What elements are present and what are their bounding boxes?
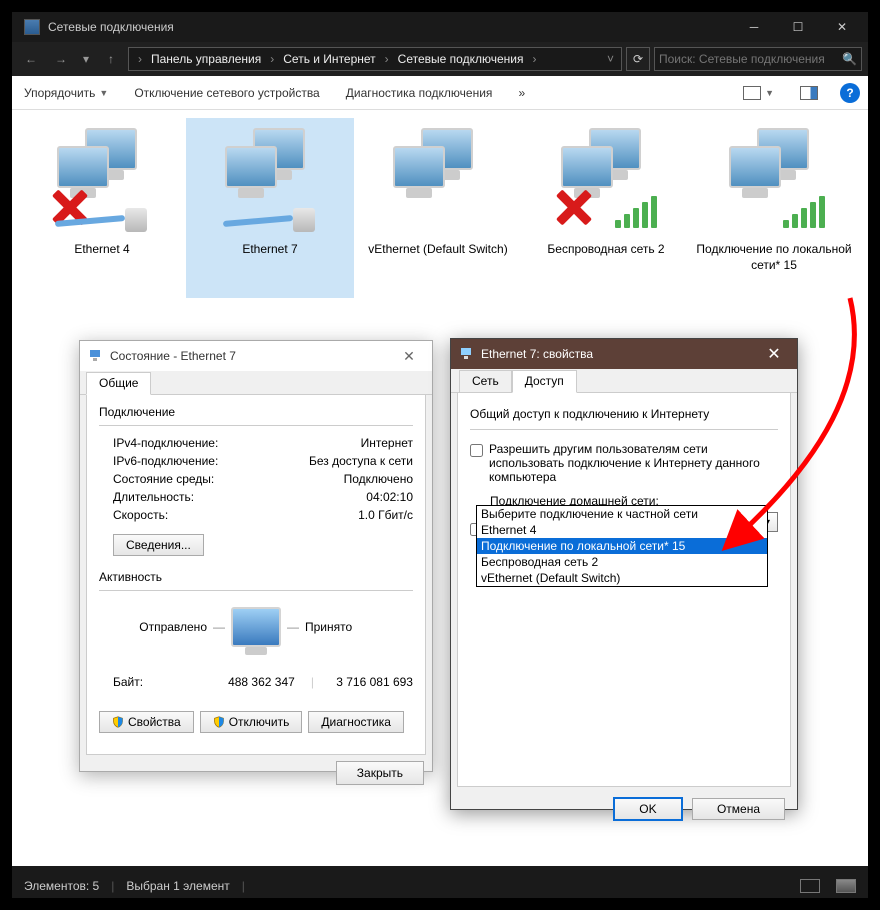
activity-icon	[231, 607, 281, 647]
option-lan15[interactable]: Подключение по локальной сети* 15	[477, 538, 767, 554]
wifi-signal-icon	[783, 196, 825, 228]
command-bar: Упорядочить▼ Отключение сетевого устройс…	[12, 76, 868, 110]
properties-dialog: Ethernet 7: свойства ✕ Сеть Доступ Общий…	[450, 338, 798, 810]
status-dialog-title: Состояние - Ethernet 7	[110, 349, 394, 363]
allow-sharing-checkbox[interactable]	[470, 444, 483, 457]
nic-icon	[88, 348, 104, 364]
option-vethernet[interactable]: vEthernet (Default Switch)	[477, 570, 767, 586]
option-wifi2[interactable]: Беспроводная сеть 2	[477, 554, 767, 570]
shield-icon	[112, 716, 124, 728]
allow-sharing-label: Разрешить другим пользователям сети испо…	[489, 442, 778, 484]
window-icon	[24, 19, 40, 35]
ipv6-value: Без доступа к сети	[309, 454, 413, 468]
back-button[interactable]: ←	[18, 46, 44, 72]
disconnected-icon	[553, 186, 595, 228]
navbar: ← → ▾ ↑ › Панель управления › Сеть и Инт…	[12, 42, 868, 76]
view-icons-button[interactable]	[836, 879, 856, 893]
status-dialog-close[interactable]: ✕	[394, 348, 424, 365]
bytes-recv: 3 716 081 693	[314, 675, 413, 689]
view-menu[interactable]: ▼	[739, 84, 778, 102]
properties-button[interactable]: Свойства	[99, 711, 194, 733]
properties-title: Ethernet 7: свойства	[481, 347, 759, 361]
diagnose-button[interactable]: Диагностика подключения	[342, 84, 497, 102]
details-button[interactable]: Сведения...	[113, 534, 204, 556]
history-dropdown[interactable]: ▾	[78, 46, 94, 72]
status-dialog: Состояние - Ethernet 7 ✕ Общие Подключен…	[79, 340, 433, 772]
view-details-button[interactable]	[800, 879, 820, 893]
connection-wifi2[interactable]: Беспроводная сеть 2	[522, 118, 690, 298]
ics-group: Общий доступ к подключению к Интернету	[470, 407, 778, 421]
tab-general[interactable]: Общие	[86, 372, 151, 395]
ipv4-value: Интернет	[361, 436, 413, 450]
duration-value: 04:02:10	[366, 490, 413, 504]
search-icon[interactable]: 🔍	[842, 52, 857, 66]
status-dialog-titlebar[interactable]: Состояние - Ethernet 7 ✕	[80, 341, 432, 371]
group-activity: Активность	[99, 570, 413, 584]
up-button[interactable]: ↑	[98, 46, 124, 72]
overflow-button[interactable]: »	[514, 84, 529, 102]
group-connection: Подключение	[99, 405, 413, 419]
properties-titlebar[interactable]: Ethernet 7: свойства ✕	[451, 339, 797, 369]
search-input[interactable]	[659, 52, 842, 66]
option-placeholder[interactable]: Выберите подключение к частной сети	[477, 506, 767, 522]
address-bar[interactable]: › Панель управления › Сеть и Интернет › …	[128, 47, 622, 71]
nic-icon	[459, 346, 475, 362]
breadcrumb-1[interactable]: Сеть и Интернет	[277, 48, 381, 70]
help-button[interactable]: ?	[840, 83, 860, 103]
speed-value: 1.0 Гбит/с	[358, 508, 413, 522]
selection-count: Выбран 1 элемент	[126, 879, 229, 893]
breadcrumb-root[interactable]: Панель управления	[145, 48, 267, 70]
forward-button[interactable]: →	[48, 46, 74, 72]
item-count: Элементов: 5	[24, 879, 99, 893]
connection-ethernet7[interactable]: Ethernet 7	[186, 118, 354, 298]
tab-access[interactable]: Доступ	[512, 370, 577, 393]
diagnostics-button[interactable]: Диагностика	[308, 711, 404, 733]
disable-device-button[interactable]: Отключение сетевого устройства	[130, 84, 323, 102]
cancel-button[interactable]: Отмена	[692, 798, 785, 820]
breadcrumb-2[interactable]: Сетевые подключения	[392, 48, 530, 70]
close-button[interactable]: Закрыть	[336, 761, 424, 785]
titlebar: Сетевые подключения ─ ☐ ✕	[12, 12, 868, 42]
option-ethernet4[interactable]: Ethernet 4	[477, 522, 767, 538]
minimize-button[interactable]: ─	[732, 12, 776, 42]
address-dropdown[interactable]: ˅	[604, 52, 617, 66]
refresh-button[interactable]: ⟳	[626, 47, 650, 71]
shield-icon	[213, 716, 225, 728]
connection-lan15[interactable]: Подключение по локальной сети* 15	[690, 118, 858, 298]
wifi-signal-icon	[615, 196, 657, 228]
maximize-button[interactable]: ☐	[776, 12, 820, 42]
connection-vethernet[interactable]: vEthernet (Default Switch)	[354, 118, 522, 298]
organize-menu[interactable]: Упорядочить▼	[20, 84, 112, 102]
search-box[interactable]: 🔍	[654, 47, 862, 71]
statusbar: Элементов: 5 | Выбран 1 элемент |	[12, 874, 868, 898]
ok-button[interactable]: OK	[613, 797, 682, 821]
window-title: Сетевые подключения	[48, 20, 732, 34]
home-connection-dropdown[interactable]: Выберите подключение к частной сети Ethe…	[476, 505, 768, 587]
disable-button[interactable]: Отключить	[200, 711, 303, 733]
close-button[interactable]: ✕	[820, 12, 864, 42]
tab-network[interactable]: Сеть	[459, 370, 512, 393]
properties-close[interactable]: ✕	[759, 344, 789, 364]
bytes-sent: 488 362 347	[212, 675, 311, 689]
media-value: Подключено	[344, 472, 413, 486]
connection-ethernet4[interactable]: Ethernet 4	[18, 118, 186, 298]
preview-pane-toggle[interactable]	[796, 84, 822, 102]
